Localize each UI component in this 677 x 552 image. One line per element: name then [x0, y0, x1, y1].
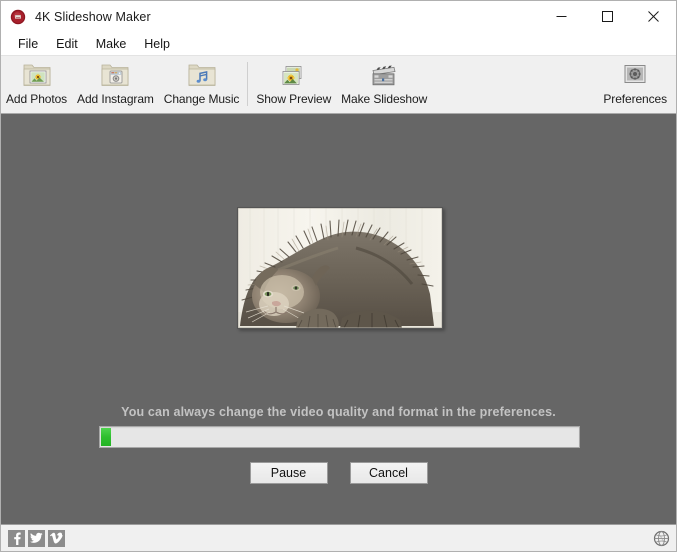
dialog-button-row: Pause Cancel: [1, 462, 676, 484]
progress-bar-fill: [101, 428, 111, 446]
toolbar-label-show-preview: Show Preview: [256, 92, 332, 106]
toolbar-label-make-slideshow: Make Slideshow: [341, 92, 428, 106]
pause-button[interactable]: Pause: [249, 462, 328, 484]
toolbar-button-preferences[interactable]: Preferences: [598, 60, 672, 106]
social-links-group: [8, 529, 65, 547]
window-controls: [538, 1, 676, 33]
toolbar-label-preferences: Preferences: [603, 92, 667, 106]
preview-thumbnail: [237, 207, 443, 329]
content-area: You can always change the video quality …: [1, 114, 676, 524]
toolbar: Add Photos Add Instagram Change Music Sh…: [1, 56, 676, 114]
folder-instagram-icon: [99, 60, 131, 90]
maximize-button[interactable]: [584, 1, 630, 32]
menu-item-help[interactable]: Help: [135, 35, 179, 54]
toolbar-label-add-instagram: Add Instagram: [77, 92, 154, 106]
app-logo-icon: [10, 9, 26, 25]
twitter-icon[interactable]: [28, 529, 45, 547]
status-bar: [1, 524, 676, 551]
menu-item-file[interactable]: File: [9, 35, 47, 54]
menu-item-make[interactable]: Make: [87, 35, 136, 54]
title-bar: 4K Slideshow Maker: [1, 1, 676, 33]
application-window: 4K Slideshow Maker File Edit Make Help A…: [0, 0, 677, 552]
vimeo-icon[interactable]: [48, 529, 65, 547]
cancel-button[interactable]: Cancel: [349, 462, 428, 484]
facebook-icon[interactable]: [8, 529, 25, 547]
cat-photo-image: [238, 208, 442, 328]
folder-music-icon: [186, 60, 218, 90]
gear-frame-icon: [619, 60, 651, 90]
window-title: 4K Slideshow Maker: [35, 10, 151, 24]
toolbar-button-change-music[interactable]: Change Music: [159, 60, 245, 106]
toolbar-label-change-music: Change Music: [163, 92, 240, 106]
status-hint-text: You can always change the video quality …: [121, 405, 556, 419]
toolbar-button-make-slideshow[interactable]: Make Slideshow: [336, 60, 432, 106]
progress-bar: [99, 426, 580, 448]
close-button[interactable]: [630, 1, 676, 32]
toolbar-button-add-instagram[interactable]: Add Instagram: [72, 60, 159, 106]
toolbar-label-add-photos: Add Photos: [6, 92, 68, 106]
globe-icon[interactable]: [652, 529, 671, 548]
minimize-button[interactable]: [538, 1, 584, 32]
toolbar-separator: [247, 62, 249, 106]
menu-bar: File Edit Make Help: [1, 33, 676, 56]
folder-photos-icon: [21, 60, 53, 90]
toolbar-button-add-photos[interactable]: Add Photos: [1, 60, 72, 106]
toolbar-button-show-preview[interactable]: Show Preview: [251, 60, 336, 106]
menu-item-edit[interactable]: Edit: [47, 35, 87, 54]
clapperboard-icon: [368, 60, 400, 90]
photos-stack-icon: [278, 60, 310, 90]
